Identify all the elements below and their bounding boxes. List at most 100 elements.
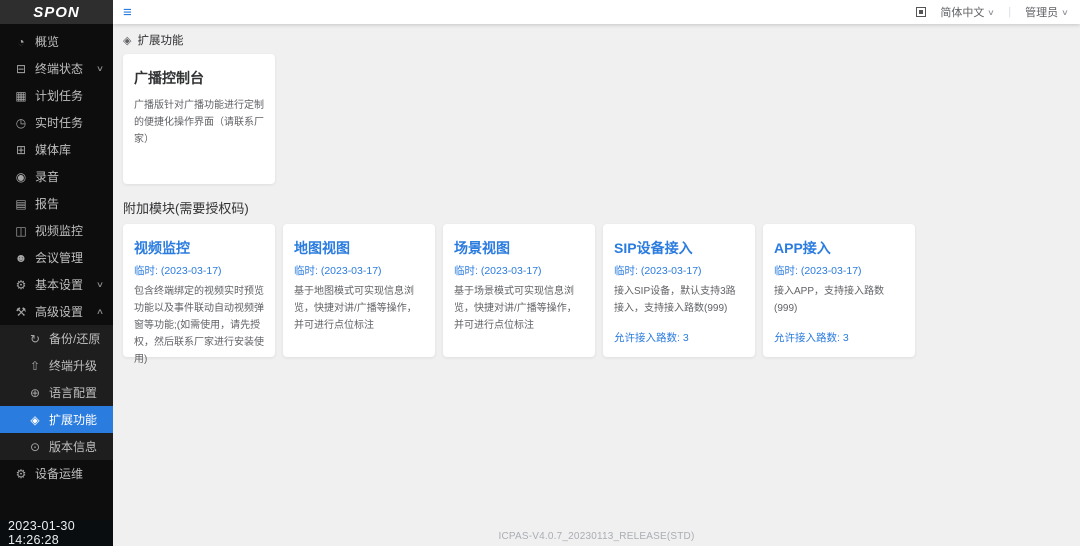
module-title: APP接入	[774, 238, 904, 258]
module-desc: 基于场景模式可实现信息浏览，快捷对讲/广播等操作，并可进行点位标注	[454, 283, 584, 334]
info-icon: ⊙	[28, 440, 42, 454]
sidebar-collapse-icon[interactable]: ≡	[119, 5, 136, 20]
module-title: 视频监控	[134, 238, 264, 258]
sidebar-subitem-backup-restore[interactable]: ↻ 备份/还原	[0, 325, 113, 352]
extension-icon: ◈	[28, 413, 42, 427]
chevron-up-icon: ∧	[96, 307, 104, 316]
module-expiry: 临时: (2023-03-17)	[454, 263, 584, 278]
sidebar-item-media-library[interactable]: ⊞ 媒体库	[0, 136, 113, 163]
sidebar-item-label: 基本设置	[35, 276, 97, 293]
sidebar-item-overview[interactable]: ◔ 概览	[0, 28, 113, 55]
system-clock: 2023-01-30 14:26:28	[0, 520, 113, 546]
dashboard-icon: ◔	[14, 35, 28, 49]
module-quota: 允许接入路数: 3	[614, 330, 689, 345]
module-card-app-access[interactable]: APP接入 临时: (2023-03-17) 接入APP，支持接入路数(999)…	[763, 224, 915, 357]
language-icon: ⊕	[28, 386, 42, 400]
sidebar-item-scheduled-tasks[interactable]: ▦ 计划任务	[0, 82, 113, 109]
sidebar-subitem-language-config[interactable]: ⊕ 语言配置	[0, 379, 113, 406]
sidebar-item-label: 计划任务	[35, 87, 105, 104]
modules-section-title: 附加模块(需要授权码)	[123, 198, 1070, 217]
module-desc: 包含终端绑定的视频实时预览功能以及事件联动自动视频弹窗等功能;(如需使用，请先授…	[134, 283, 264, 368]
topbar-right: 简体中文 ∨ | 管理员 ∨	[916, 4, 1068, 20]
tools-icon: ⚒	[14, 305, 28, 319]
user-label: 管理员	[1025, 4, 1058, 20]
feature-card-desc: 广播版针对广播功能进行定制的便捷化操作界面（请联系厂家）	[134, 97, 264, 148]
advanced-settings-submenu: ↻ 备份/还原 ⇧ 终端升级 ⊕ 语言配置 ◈ 扩展功能 ⊙ 版本信息	[0, 325, 113, 460]
report-icon: ▤	[14, 197, 28, 211]
sidebar-item-label: 高级设置	[35, 303, 97, 320]
sidebar-item-terminal-status[interactable]: ⊟ 终端状态 ∨	[0, 55, 113, 82]
module-card-video-monitor[interactable]: 视频监控 临时: (2023-03-17) 包含终端绑定的视频实时预览功能以及事…	[123, 224, 275, 357]
sidebar-item-label: 设备运维	[35, 465, 105, 482]
module-expiry: 临时: (2023-03-17)	[134, 263, 264, 278]
module-title: 场景视图	[454, 238, 584, 258]
module-quota: 允许接入路数: 3	[774, 330, 849, 345]
module-expiry: 临时: (2023-03-17)	[774, 263, 904, 278]
sidebar-item-basic-settings[interactable]: ⚙ 基本设置 ∨	[0, 271, 113, 298]
chevron-down-icon: ∨	[96, 64, 104, 73]
sidebar-item-label: 语言配置	[49, 384, 105, 401]
clock-icon: ◷	[14, 116, 28, 130]
sidebar-spacer	[0, 487, 113, 520]
sidebar-item-device-ops[interactable]: ⚙ 设备运维	[0, 460, 113, 487]
sidebar-item-conference-mgmt[interactable]: ☻ 会议管理	[0, 244, 113, 271]
language-dropdown[interactable]: 简体中文 ∨	[940, 4, 994, 20]
topbar-separator: |	[1008, 6, 1011, 18]
module-expiry: 临时: (2023-03-17)	[294, 263, 424, 278]
schedule-icon: ▦	[14, 89, 28, 103]
camera-icon: ◫	[14, 224, 28, 238]
module-card-map-view[interactable]: 地图视图 临时: (2023-03-17) 基于地图模式可实现信息浏览，快捷对讲…	[283, 224, 435, 357]
chevron-down-icon: ∨	[988, 8, 996, 17]
sidebar-item-recording[interactable]: ◉ 录音	[0, 163, 113, 190]
sidebar: SPON ◔ 概览 ⊟ 终端状态 ∨ ▦ 计划任务 ◷ 实时任务 ⊞ 媒体库 ◉…	[0, 0, 113, 546]
user-dropdown[interactable]: 管理员 ∨	[1025, 4, 1068, 20]
module-title: 地图视图	[294, 238, 424, 258]
gear-icon: ⚙	[14, 278, 28, 292]
fullscreen-icon[interactable]	[916, 7, 926, 17]
logo: SPON	[0, 0, 113, 24]
module-cards-row: 视频监控 临时: (2023-03-17) 包含终端绑定的视频实时预览功能以及事…	[123, 224, 1070, 357]
sidebar-item-label: 备份/还原	[49, 330, 105, 347]
extension-icon: ◈	[123, 34, 131, 47]
version-footer: ICPAS-V4.0.7_20230113_RELEASE(STD)	[113, 531, 1080, 542]
module-desc: 接入SIP设备，默认支持3路接入，支持接入路数(999)	[614, 283, 744, 317]
sidebar-item-label: 终端升级	[49, 357, 105, 374]
main-column: ≡ 简体中文 ∨ | 管理员 ∨ ◈ 扩展功能 广播控制台 广播版针对广播功能进…	[113, 0, 1080, 546]
media-library-icon: ⊞	[14, 143, 28, 157]
backup-restore-icon: ↻	[28, 332, 42, 346]
broadcast-console-card[interactable]: 广播控制台 广播版针对广播功能进行定制的便捷化操作界面（请联系厂家）	[123, 54, 275, 184]
sidebar-item-label: 扩展功能	[49, 411, 105, 428]
language-label: 简体中文	[940, 4, 984, 20]
sidebar-item-label: 媒体库	[35, 141, 105, 158]
sidebar-menu: ◔ 概览 ⊟ 终端状态 ∨ ▦ 计划任务 ◷ 实时任务 ⊞ 媒体库 ◉ 录音 ▤…	[0, 24, 113, 487]
logo-text: SPON	[33, 4, 80, 21]
sidebar-item-advanced-settings[interactable]: ⚒ 高级设置 ∧	[0, 298, 113, 325]
content-area: ◈ 扩展功能 广播控制台 广播版针对广播功能进行定制的便捷化操作界面（请联系厂家…	[113, 24, 1080, 546]
terminal-icon: ⊟	[14, 62, 28, 76]
feature-card-title: 广播控制台	[134, 68, 264, 88]
chevron-down-icon: ∨	[96, 280, 104, 289]
module-card-sip-access[interactable]: SIP设备接入 临时: (2023-03-17) 接入SIP设备，默认支持3路接…	[603, 224, 755, 357]
module-title: SIP设备接入	[614, 238, 744, 258]
sidebar-item-label: 实时任务	[35, 114, 105, 131]
breadcrumb: ◈ 扩展功能	[123, 32, 1070, 48]
sidebar-subitem-extended-functions[interactable]: ◈ 扩展功能	[0, 406, 113, 433]
sidebar-item-label: 录音	[35, 168, 105, 185]
module-desc: 基于地图模式可实现信息浏览，快捷对讲/广播等操作，并可进行点位标注	[294, 283, 424, 334]
users-icon: ☻	[14, 251, 28, 265]
sidebar-subitem-terminal-upgrade[interactable]: ⇧ 终端升级	[0, 352, 113, 379]
sidebar-item-label: 终端状态	[35, 60, 97, 77]
sidebar-item-report[interactable]: ▤ 报告	[0, 190, 113, 217]
sidebar-subitem-version-info[interactable]: ⊙ 版本信息	[0, 433, 113, 460]
sidebar-item-realtime-tasks[interactable]: ◷ 实时任务	[0, 109, 113, 136]
sidebar-item-label: 会议管理	[35, 249, 105, 266]
top-header: ≡ 简体中文 ∨ | 管理员 ∨	[113, 0, 1080, 24]
module-desc: 接入APP，支持接入路数(999)	[774, 283, 904, 317]
upgrade-icon: ⇧	[28, 359, 42, 373]
sidebar-item-label: 报告	[35, 195, 105, 212]
module-expiry: 临时: (2023-03-17)	[614, 263, 744, 278]
sidebar-item-label: 视频监控	[35, 222, 105, 239]
sidebar-item-label: 版本信息	[49, 438, 105, 455]
sidebar-item-video-monitor[interactable]: ◫ 视频监控	[0, 217, 113, 244]
module-card-scene-view[interactable]: 场景视图 临时: (2023-03-17) 基于场景模式可实现信息浏览，快捷对讲…	[443, 224, 595, 357]
